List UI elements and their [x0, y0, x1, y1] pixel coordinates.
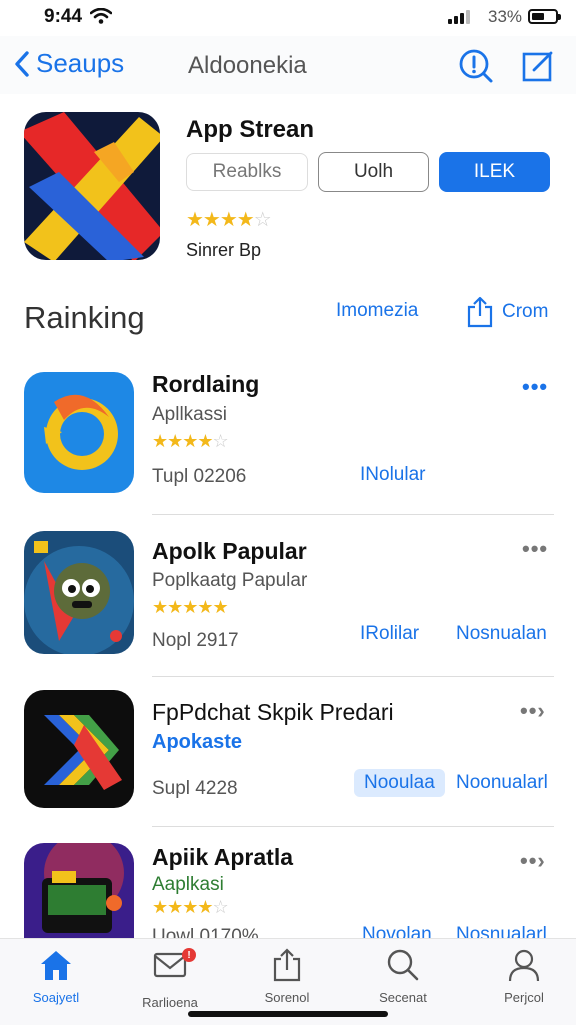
app-category: Apllkassi: [152, 404, 227, 425]
app-name[interactable]: Rordlaing: [152, 371, 259, 398]
get-button[interactable]: ILEK: [439, 152, 550, 192]
app-name[interactable]: Apolk Papular: [152, 538, 307, 565]
app-icon-hero[interactable]: [24, 112, 160, 260]
app-action-button[interactable]: Noonualarl: [456, 772, 548, 794]
compose-icon[interactable]: [522, 50, 554, 87]
search-icon: [387, 949, 419, 981]
app-category: Apokaste: [152, 731, 243, 753]
section-title: Rainking: [24, 300, 145, 335]
app-icon[interactable]: [24, 843, 134, 938]
tab-home[interactable]: Soajyetl: [6, 948, 106, 1005]
app-category: Poplkaatg Papular: [152, 570, 308, 591]
battery-percent: 33%: [488, 7, 523, 26]
star-rating: ★★★★☆: [152, 897, 229, 917]
search-info-icon[interactable]: [458, 48, 494, 89]
more-icon[interactable]: ••›: [520, 848, 546, 874]
app-subtitle: Sinrer Bp: [186, 240, 262, 260]
divider: [152, 676, 554, 677]
share-button[interactable]: Crom: [466, 296, 548, 328]
tab-share[interactable]: Sorenol: [237, 948, 337, 1005]
signal-icon: [448, 10, 470, 24]
app-action-button[interactable]: IRolilar: [360, 623, 419, 645]
secondary-button[interactable]: Uolh: [318, 152, 429, 192]
tab-label: Rarlioena: [142, 995, 198, 1010]
tab-label: Sorenol: [264, 990, 310, 1005]
more-icon[interactable]: ••›: [520, 698, 546, 724]
share-label: Crom: [502, 301, 549, 322]
wifi-icon: [89, 7, 113, 29]
tab-label: Soajyetl: [32, 990, 80, 1005]
share-icon: [273, 948, 301, 982]
app-name[interactable]: Apiik Apratla: [152, 844, 293, 871]
star-rating: ★★★★☆: [152, 431, 229, 451]
more-icon[interactable]: •••: [522, 374, 548, 400]
page-title: Aldoonekia: [188, 52, 307, 79]
app-name[interactable]: FpPdchat Skpik Predari: [152, 699, 394, 726]
back-label: Seaups: [36, 48, 125, 78]
app-icon[interactable]: [24, 372, 134, 493]
back-button[interactable]: Seaups: [14, 48, 124, 79]
notification-badge: !: [182, 948, 196, 962]
app-action-button[interactable]: INolular: [360, 464, 425, 486]
app-category: Aaplkasi: [152, 874, 224, 895]
app-meta: Supl 4228: [152, 778, 238, 799]
ratings-button[interactable]: Reablks: [186, 153, 308, 191]
home-icon: [41, 951, 71, 980]
tab-label: Secenat: [379, 990, 427, 1005]
home-indicator: [188, 1011, 388, 1017]
section-link[interactable]: Imomezia: [336, 300, 418, 322]
app-action-button[interactable]: Nosnualan: [456, 623, 547, 645]
tab-profile[interactable]: Perjcol: [474, 948, 574, 1005]
app-icon[interactable]: [24, 531, 134, 654]
app-meta: Nopl 2917: [152, 630, 239, 651]
divider: [152, 826, 554, 827]
tab-messages[interactable]: ! Rarlioena: [120, 948, 220, 1010]
app-title: App Strean: [186, 116, 315, 143]
tab-label: Perjcol: [504, 990, 544, 1005]
chevron-left-icon: [15, 50, 29, 77]
status-time: 9:44: [44, 6, 83, 27]
tab-search[interactable]: Secenat: [353, 948, 453, 1005]
app-action-button[interactable]: Nooulaa: [354, 769, 445, 797]
person-icon: [508, 949, 540, 982]
app-meta: Tupl 02206: [152, 466, 247, 487]
divider: [152, 514, 554, 515]
battery-icon: [528, 9, 561, 24]
app-icon[interactable]: [24, 690, 134, 808]
more-icon[interactable]: •••: [522, 536, 548, 562]
share-icon: [467, 296, 493, 328]
star-rating: ★★★★★: [152, 597, 229, 617]
star-rating: ★★★★☆: [186, 209, 272, 231]
